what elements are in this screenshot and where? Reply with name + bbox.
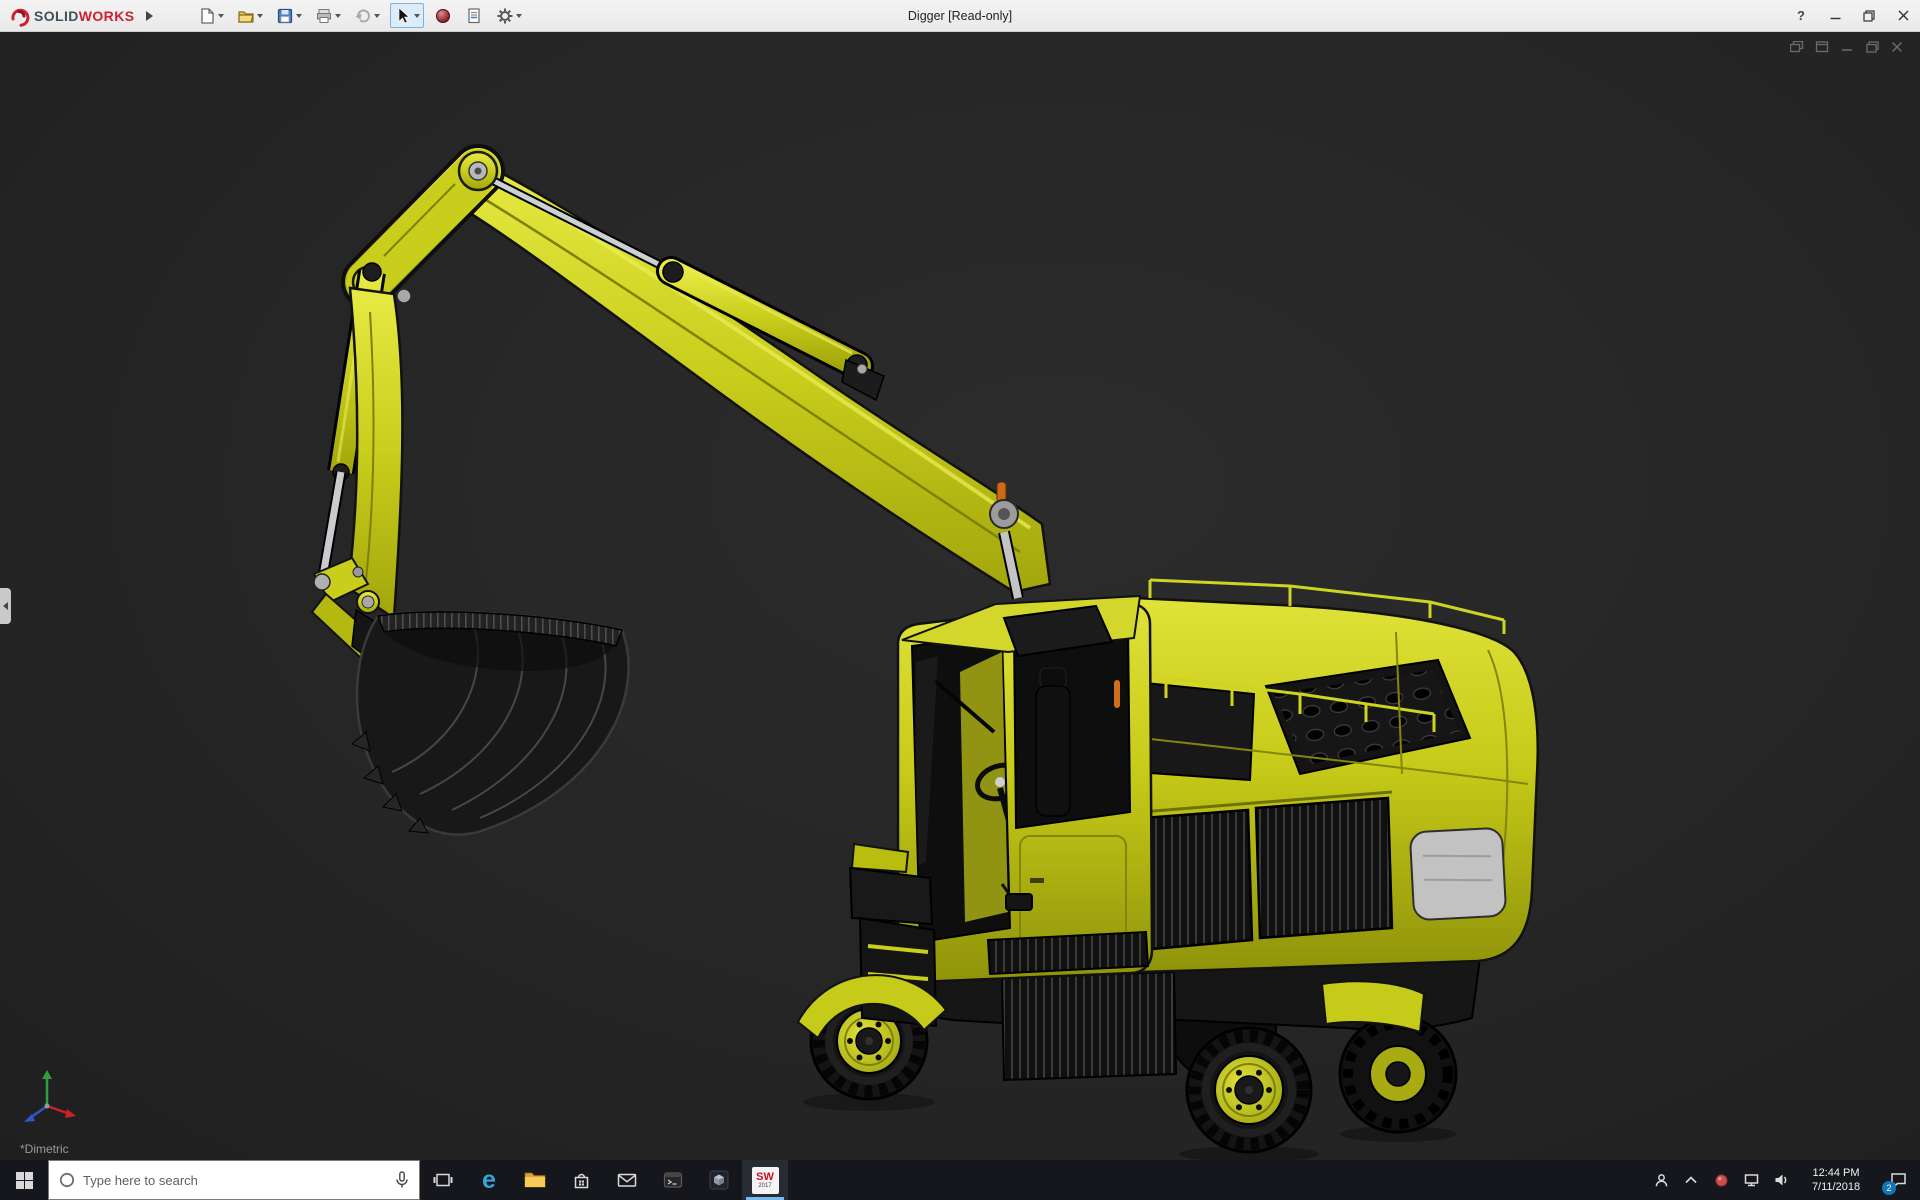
save-icon: [278, 8, 293, 23]
undo-button[interactable]: [351, 5, 383, 27]
search-input[interactable]: [83, 1172, 387, 1188]
view-orientation-label: *Dimetric: [20, 1142, 69, 1156]
document-title: Digger [Read-only]: [907, 9, 1013, 23]
viewport-close-icon[interactable]: [1888, 40, 1906, 54]
save-button[interactable]: [273, 5, 305, 27]
document-window-controls: [1788, 40, 1906, 54]
brand-wordmark: SOLIDWORKS: [34, 7, 135, 24]
tray-volume-icon[interactable]: [1766, 1160, 1796, 1200]
file-explorer-icon: [524, 1172, 546, 1188]
restore-icon: [1863, 9, 1875, 22]
window-controls: ?: [1784, 0, 1920, 32]
taskbar-search[interactable]: [48, 1160, 420, 1200]
cortana-circle-icon: [59, 1172, 75, 1188]
new-caret-icon[interactable]: [218, 13, 225, 18]
viewport-restore-icon[interactable]: [1863, 40, 1881, 54]
panel-expand-arrow-icon: [3, 602, 8, 610]
quick-access-toolbar: [195, 3, 525, 28]
task-view-icon: [433, 1173, 453, 1187]
wheel-rear-far[interactable]: [1338, 1014, 1458, 1142]
save-caret-icon[interactable]: [296, 13, 303, 18]
new-document-icon: [201, 7, 215, 24]
ds-logo-icon: [11, 8, 30, 27]
start-button[interactable]: [0, 1160, 48, 1200]
file-properties-icon: [468, 7, 481, 23]
model-engine-housing[interactable]: [1114, 578, 1539, 974]
featuremanager-collapsed-tab[interactable]: [0, 588, 11, 624]
tray-network-icon[interactable]: [1736, 1160, 1766, 1200]
model-bucket[interactable]: [351, 608, 630, 836]
tray-people-icon[interactable]: [1646, 1160, 1676, 1200]
mail-icon: [617, 1173, 637, 1187]
clock-time: 12:44 PM: [1812, 1167, 1860, 1179]
select-arrow-icon: [399, 7, 411, 24]
taskbar-app-store[interactable]: [558, 1160, 604, 1200]
taskbar-app-console[interactable]: [650, 1160, 696, 1200]
options-button[interactable]: [493, 5, 525, 27]
undo-icon: [355, 8, 371, 22]
graphics-viewport[interactable]: *Dimetric: [0, 32, 1920, 1160]
solidworks-brand: SOLIDWORKS: [0, 5, 154, 27]
taskbar-clock[interactable]: 12:44 PM 7/11/2018: [1796, 1160, 1876, 1200]
viewport-minimize-icon[interactable]: [1838, 40, 1856, 54]
print-icon: [317, 8, 332, 23]
titlebar: SOLIDWORKS Digger [Read-only] ?: [0, 0, 1920, 32]
taskbar-app-solidworks[interactable]: SW 2017: [742, 1160, 788, 1200]
microphone-icon[interactable]: [395, 1171, 409, 1189]
new-document-button[interactable]: [195, 5, 227, 27]
menu-expand-arrow-icon[interactable]: [146, 10, 154, 21]
app-restore-button[interactable]: [1852, 0, 1886, 32]
open-caret-icon[interactable]: [257, 13, 264, 18]
undo-caret-icon[interactable]: [374, 13, 381, 18]
orientation-triad: [24, 1070, 76, 1122]
tray-chevron-up-icon[interactable]: [1676, 1160, 1706, 1200]
minimize-icon: [1830, 17, 1840, 20]
cube-app-icon: [709, 1170, 729, 1190]
file-properties-button[interactable]: [462, 5, 486, 27]
tray-colored-icon[interactable]: [1706, 1160, 1736, 1200]
taskbar-app-mail[interactable]: [604, 1160, 650, 1200]
pane-icon-1[interactable]: [1788, 40, 1806, 54]
windows-logo-icon: [15, 1171, 33, 1189]
print-button[interactable]: [312, 5, 344, 27]
windows-taskbar: e: [0, 1160, 1920, 1200]
taskbar-app-file-explorer[interactable]: [512, 1160, 558, 1200]
taskbar-app-edge[interactable]: e: [466, 1160, 512, 1200]
action-center-button[interactable]: 2: [1876, 1160, 1920, 1200]
options-gear-icon: [497, 8, 513, 23]
pane-icon-2[interactable]: [1813, 40, 1831, 54]
console-icon: [663, 1172, 683, 1188]
notification-badge: 2: [1882, 1181, 1896, 1195]
edge-icon: e: [482, 1165, 496, 1194]
task-view-button[interactable]: [420, 1160, 466, 1200]
solidworks-app-icon: SW 2017: [751, 1166, 779, 1194]
close-icon: [1898, 10, 1908, 21]
taskbar-app-cube[interactable]: [696, 1160, 742, 1200]
print-caret-icon[interactable]: [335, 13, 342, 18]
options-caret-icon[interactable]: [516, 13, 523, 18]
select-tool-button[interactable]: [390, 3, 425, 28]
app-minimize-button[interactable]: [1818, 0, 1852, 32]
appearance-sphere-icon: [436, 8, 451, 23]
excavator-model[interactable]: [0, 32, 1920, 1160]
open-button[interactable]: [234, 5, 266, 27]
appearance-button[interactable]: [431, 5, 455, 27]
model-cab[interactable]: [796, 594, 1154, 1040]
select-caret-icon[interactable]: [414, 13, 421, 18]
app-close-button[interactable]: [1886, 0, 1920, 32]
help-button[interactable]: ?: [1784, 0, 1818, 32]
open-folder-icon: [238, 10, 255, 23]
store-icon: [574, 1173, 588, 1188]
clock-date: 7/11/2018: [1811, 1181, 1861, 1193]
model-boom-arm[interactable]: [310, 144, 1052, 676]
